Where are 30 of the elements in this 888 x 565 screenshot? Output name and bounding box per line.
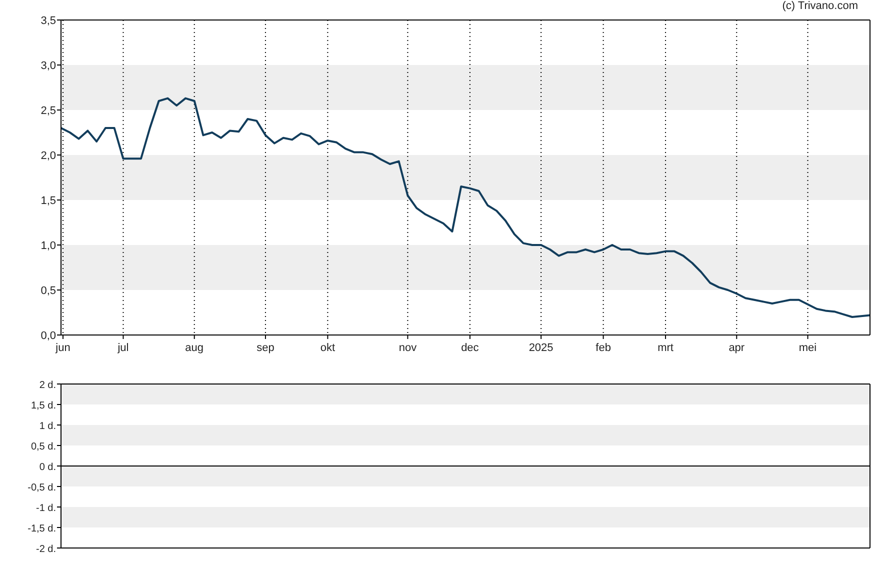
y-tick-label: -1,5 d. bbox=[28, 524, 56, 534]
x-tick-label: 2025 bbox=[528, 342, 554, 354]
x-tick-label: dec bbox=[461, 342, 479, 354]
y-tick-label: 0,5 d. bbox=[30, 442, 56, 452]
x-tick-label: nov bbox=[398, 342, 417, 354]
y-tick-label: 1 d. bbox=[39, 421, 56, 432]
x-tick-label: aug bbox=[185, 342, 204, 354]
y-tick-label: 2 d. bbox=[39, 380, 56, 391]
y-tick-label: 2,0 bbox=[40, 150, 56, 162]
x-tick-label: feb bbox=[596, 342, 611, 354]
copyright-text: (c) Trivano.com bbox=[782, 0, 858, 12]
x-tick-label: sep bbox=[256, 342, 274, 354]
x-tick-label: mrt bbox=[658, 342, 674, 354]
y-tick-label: 1,5 d. bbox=[30, 400, 56, 412]
y-tick-label: -2 d. bbox=[36, 544, 56, 555]
x-tick-label: okt bbox=[320, 342, 336, 354]
y-tick-label: 3,0 bbox=[40, 60, 56, 72]
y-tick-label: -0,5 d. bbox=[28, 482, 56, 494]
y-tick-label: 1,5 bbox=[40, 195, 56, 207]
y-tick-label: 3,5 bbox=[40, 15, 56, 27]
y-tick-label: 0,0 bbox=[40, 330, 56, 342]
x-tick-label: jul bbox=[118, 342, 129, 354]
x-tick-label: apr bbox=[728, 342, 745, 354]
y-tick-label: 2,5 bbox=[40, 105, 56, 117]
y-tick-label: 1,0 bbox=[40, 240, 56, 252]
y-tick-label: 0 d. bbox=[39, 462, 56, 473]
y-tick-label: -1 d. bbox=[36, 503, 56, 514]
y-tick-label: 0,5 bbox=[40, 285, 56, 297]
x-tick-label: jun bbox=[56, 342, 70, 354]
x-tick-label: mei bbox=[798, 342, 817, 354]
